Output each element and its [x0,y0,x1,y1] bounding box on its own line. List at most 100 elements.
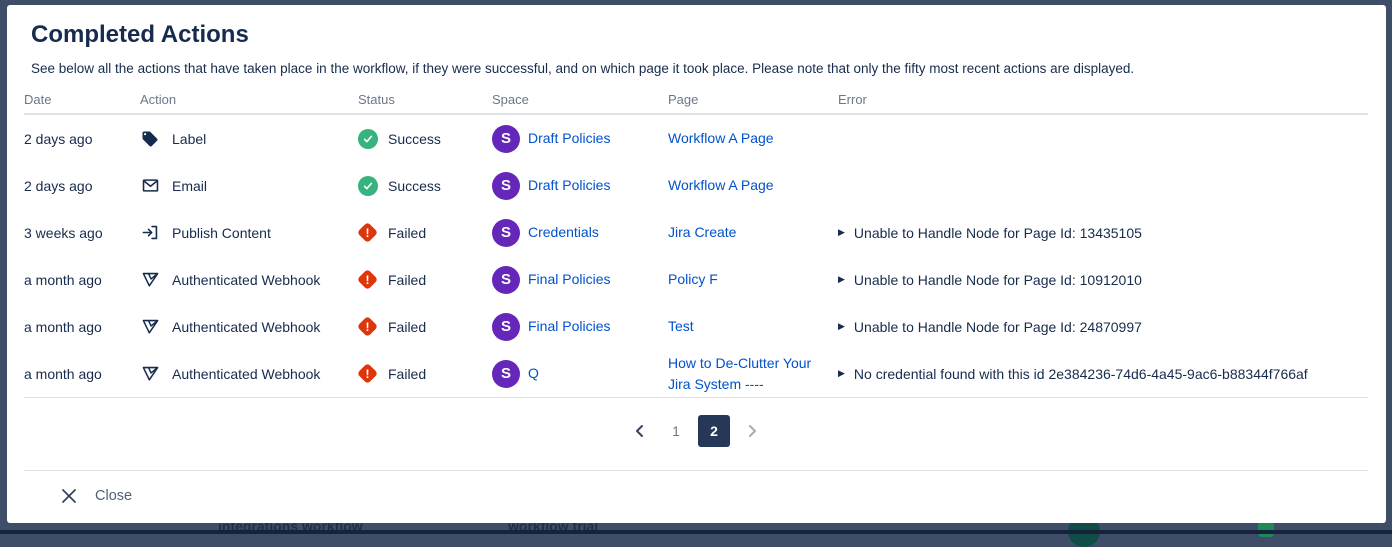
failed-icon: ! [357,316,378,337]
status-cell: Success [358,176,492,196]
previous-page-button[interactable] [626,415,654,447]
space-link[interactable]: Draft Policies [528,175,610,196]
space-cell: S Final Policies [492,266,668,294]
page-link[interactable]: Workflow A Page [668,175,774,196]
space-cell: S Final Policies [492,313,668,341]
column-header-date: Date [24,92,140,113]
close-button-label: Close [95,488,132,504]
publish-content-icon [140,223,160,243]
success-icon [358,176,378,196]
column-header-status: Status [358,92,492,113]
space-cell: S Q [492,360,668,388]
close-icon [60,487,78,505]
error-cell: ▶ Unable to Handle Node for Page Id: 109… [838,272,1368,288]
action-label: Authenticated Webhook [172,366,320,382]
action-cell: Authenticated Webhook [140,270,358,290]
page-number-button[interactable]: 1 [662,415,690,447]
column-header-action: Action [140,92,358,113]
page-link[interactable]: Test [668,316,694,337]
status-label: Success [388,178,441,194]
space-avatar: S [492,266,520,294]
error-cell: ▶ Unable to Handle Node for Page Id: 248… [838,319,1368,335]
action-cell: Publish Content [140,223,358,243]
page-link[interactable]: Policy F [668,269,718,290]
table-body: 2 days ago Label Success S Draft Policie… [24,115,1368,398]
error-text: Unable to Handle Node for Page Id: 13435… [854,225,1142,241]
failed-icon: ! [357,363,378,384]
pagination: 1 2 [24,415,1368,447]
next-page-button[interactable] [738,415,766,447]
background-dark-bar [0,530,1392,534]
action-cell: Authenticated Webhook [140,317,358,337]
space-avatar: S [492,172,520,200]
action-label: Authenticated Webhook [172,319,320,335]
space-link[interactable]: Draft Policies [528,128,610,149]
error-text: Unable to Handle Node for Page Id: 10912… [854,272,1142,288]
page-cell: Policy F [668,269,838,290]
expand-triangle-icon[interactable]: ▶ [838,321,845,332]
action-cell: Email [140,176,358,196]
expand-triangle-icon[interactable]: ▶ [838,274,845,285]
space-link[interactable]: Final Policies [528,269,610,290]
status-label: Failed [388,366,426,382]
action-cell: Label [140,129,358,149]
page-cell: Workflow A Page [668,128,838,149]
action-label: Publish Content [172,225,271,241]
page-cell: Jira Create [668,222,838,243]
space-link[interactable]: Final Policies [528,316,610,337]
column-header-page: Page [668,92,838,113]
page-cell: How to De-Clutter Your Jira System ---- [668,353,838,395]
error-text: Unable to Handle Node for Page Id: 24870… [854,319,1142,335]
column-header-space: Space [492,92,668,113]
status-cell: ! Failed [358,366,492,382]
error-text: No credential found with this id 2e38423… [854,366,1308,382]
expand-triangle-icon[interactable]: ▶ [838,227,845,238]
page-link[interactable]: Workflow A Page [668,128,774,149]
date-cell: a month ago [24,319,140,335]
space-cell: S Draft Policies [492,172,668,200]
webhook-send-icon [140,317,160,337]
space-avatar: S [492,313,520,341]
action-cell: Authenticated Webhook [140,364,358,384]
page-number-button-current[interactable]: 2 [698,415,730,447]
column-header-error: Error [838,92,1368,113]
space-cell: S Draft Policies [492,125,668,153]
status-label: Failed [388,272,426,288]
action-label: Label [172,131,206,147]
space-link[interactable]: Credentials [528,222,599,243]
date-cell: a month ago [24,272,140,288]
status-label: Failed [388,319,426,335]
status-cell: Success [358,129,492,149]
table-header: Date Action Status Space Page Error [24,91,1368,115]
page-link[interactable]: How to De-Clutter Your Jira System ---- [668,353,826,395]
date-cell: 3 weeks ago [24,225,140,241]
success-icon [358,129,378,149]
space-avatar: S [492,219,520,247]
error-cell: ▶ No credential found with this id 2e384… [838,366,1368,382]
modal-footer: Close [24,471,1368,505]
table-row: 3 weeks ago Publish Content ! Failed S C… [24,209,1368,256]
completed-actions-modal: Completed Actions See below all the acti… [7,5,1386,523]
table-row: a month ago Authenticated Webhook ! Fail… [24,303,1368,350]
envelope-icon [140,176,160,196]
table-row: 2 days ago Label Success S Draft Policie… [24,115,1368,162]
table-row: a month ago Authenticated Webhook ! Fail… [24,256,1368,303]
modal-description: See below all the actions that have take… [31,60,1368,78]
failed-icon: ! [357,269,378,290]
close-button[interactable]: Close [60,487,132,505]
page-title: Completed Actions [31,19,1368,51]
background-status-icon [1258,521,1274,537]
webhook-send-icon [140,364,160,384]
space-avatar: S [492,125,520,153]
page-cell: Workflow A Page [668,175,838,196]
tag-icon [140,129,160,149]
space-link[interactable]: Q [528,363,539,384]
table-row: 2 days ago Email Success S Draft Policie… [24,162,1368,209]
date-cell: 2 days ago [24,131,140,147]
date-cell: a month ago [24,366,140,382]
status-cell: ! Failed [358,319,492,335]
webhook-send-icon [140,270,160,290]
expand-triangle-icon[interactable]: ▶ [838,368,845,379]
page-link[interactable]: Jira Create [668,222,736,243]
action-label: Authenticated Webhook [172,272,320,288]
